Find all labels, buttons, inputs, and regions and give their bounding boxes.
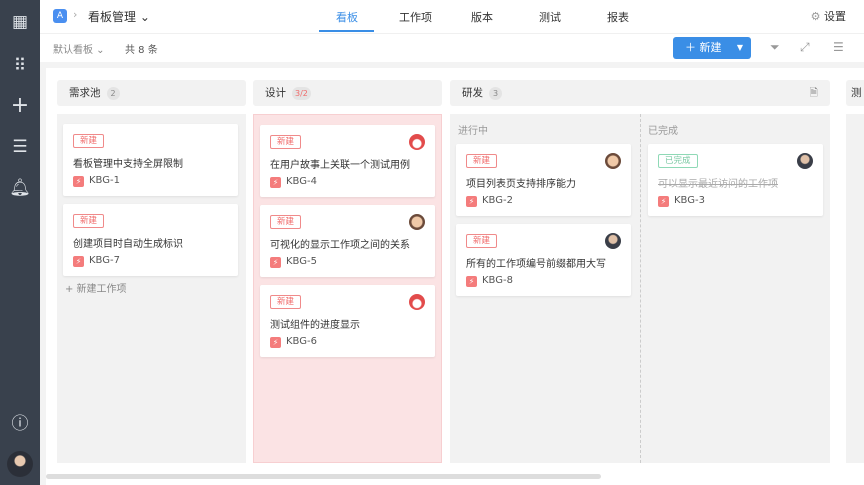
settings-button[interactable]: ⚙ 设置 [811,8,846,24]
active-tab-indicator [319,30,374,32]
card-title: 看板管理中支持全屏限制 [73,159,183,170]
card-id: KBG-1 [89,175,120,186]
sidebar: ▦ ⠿ + ☰ 🔔︎ ⓘ [0,0,40,485]
subcolumn-divider [640,114,641,463]
project-title-dropdown[interactable]: 看板管理 ⌄ [88,8,150,25]
document-icon[interactable]: 🗎︎ [810,80,818,106]
assignee-avatar [409,134,425,150]
card-id: KBG-5 [286,256,317,267]
list-settings-icon[interactable]: ☰ [833,40,844,54]
assignee-avatar [409,294,425,310]
subcolumn-in-progress: 进行中 [458,126,488,137]
gear-icon: ⚙ [810,10,824,23]
card-title: 创建项目时自动生成标识 [73,239,183,250]
card-title: 所有的工作项编号前缀都用大写 [466,259,606,270]
card[interactable]: 新建所有的工作项编号前缀都用大写 ⚡ KBG-8 [456,224,631,296]
status-badge: 新建 [73,214,105,228]
tab-versions[interactable]: 版本 [471,9,493,25]
bug-icon: ⚡ [466,196,477,207]
bug-icon: ⚡ [466,276,477,287]
new-button[interactable]: ＋ 新建 ▼ [673,37,751,59]
card[interactable]: 新建可视化的显示工作项之间的关系 ⚡ KBG-5 [260,205,435,277]
card-id: KBG-2 [482,195,513,206]
card-title: 测试组件的进度显示 [270,320,360,331]
tab-tests[interactable]: 测试 [539,9,561,25]
card-title: 可视化的显示工作项之间的关系 [270,240,410,251]
column-title: 设计 [265,87,286,99]
assignee-avatar [797,153,813,169]
fullscreen-icon[interactable]: ⤢ [800,40,810,55]
item-count: 共 8 条 [125,45,158,56]
column-design: 新建 在用户故事上关联一个测试用例 ⚡ KBG-4 新建 可视化的显示工作项之间的关系 ⚡… [253,114,442,463]
column-header-design[interactable]: 设计 3/2 [253,80,442,106]
status-badge: 新建 [466,234,498,248]
bell-icon[interactable]: 🔔︎ [0,178,40,198]
status-badge: 新建 [270,295,302,309]
header: A › 看板管理 ⌄ 看板 工作项 版本 测试 报表 ⚙ 设置 [40,0,864,33]
column-header-backlog[interactable]: 需求池 2 [57,80,246,106]
status-badge: 新建 [466,154,498,168]
status-badge: 新建 [73,134,105,148]
bug-icon: ⚡ [73,256,84,267]
help-icon[interactable]: ⓘ [0,414,40,434]
add-work-item-button[interactable]: + 新建工作项 [65,280,127,295]
column-title: 测 [851,87,862,99]
card[interactable]: 新建创建项目时自动生成标识 ⚡ KBG-7 [63,204,238,276]
card-id: KBG-8 [482,275,513,286]
card-id: KBG-3 [674,195,705,206]
bug-icon: ⚡ [270,257,281,268]
column-count: 3 [489,87,502,100]
bug-icon: ⚡ [73,176,84,187]
bug-icon: ⚡ [270,337,281,348]
column-title: 需求池 [69,87,101,99]
column-header-dev[interactable]: 研发 3 🗎︎ [450,80,830,106]
column-count: 3/2 [292,87,311,100]
view-label: 默认看板 [53,45,93,56]
app-logo[interactable]: A [53,9,67,23]
card-title: 项目列表页支持排序能力 [466,179,576,190]
tab-board[interactable]: 看板 [336,9,358,25]
card-id: KBG-4 [286,176,317,187]
kanban-board: 需求池 2 新建 看板管理中支持全屏限制 ⚡ KBG-1 新建 创建项目时自动生成标识 ⚡ K… [46,68,864,485]
card[interactable]: 新建在用户故事上关联一个测试用例 ⚡ KBG-4 [260,125,435,197]
column-backlog: 新建 看板管理中支持全屏限制 ⚡ KBG-1 新建 创建项目时自动生成标识 ⚡ KBG-7 … [57,114,246,463]
tab-work-items[interactable]: 工作项 [399,9,432,25]
card-title: 在用户故事上关联一个测试用例 [270,160,410,171]
caret-down-icon[interactable]: ▼ [737,37,743,59]
breadcrumb-chevron-icon: › [73,8,78,21]
column-title: 研发 [462,87,483,99]
status-badge: 新建 [270,135,302,149]
status-badge: 已完成 [658,154,698,168]
settings-label: 设置 [824,10,846,23]
list-icon[interactable]: ☰ [0,137,40,157]
bug-icon: ⚡ [658,196,669,207]
column-count: 2 [106,87,120,100]
user-avatar[interactable] [7,451,33,477]
bug-icon: ⚡ [270,177,281,188]
assignee-avatar [409,214,425,230]
tab-reports[interactable]: 报表 [607,9,629,25]
assignee-avatar [605,233,621,249]
view-select[interactable]: 默认看板 ⌄ [53,41,105,56]
column-header-test[interactable]: 测 [846,80,864,106]
new-label: 新建 [699,41,722,54]
status-badge: 新建 [270,215,302,229]
card-title: 可以显示最近访问的工作项 [658,179,778,190]
add-icon[interactable]: + [0,95,40,117]
subcolumn-done: 已完成 [648,126,678,137]
apps-icon[interactable]: ⠿ [0,56,40,76]
horizontal-scrollbar[interactable] [46,474,601,479]
toolbar: 默认看板 ⌄ 共 8 条 ＋ 新建 ▼ ⏷ ⤢ ☰ [40,33,864,62]
assignee-avatar [605,153,621,169]
card[interactable]: 新建项目列表页支持排序能力 ⚡ KBG-2 [456,144,631,216]
card[interactable]: 新建看板管理中支持全屏限制 ⚡ KBG-1 [63,124,238,196]
card-id: KBG-7 [89,255,120,266]
project-title: 看板管理 [88,10,137,24]
dashboard-icon[interactable]: ▦ [0,12,40,32]
filter-icon[interactable]: ⏷ [770,40,780,55]
card[interactable]: 已完成可以显示最近访问的工作项 ⚡ KBG-3 [648,144,823,216]
card-id: KBG-6 [286,336,317,347]
column-test [846,114,864,463]
card[interactable]: 新建测试组件的进度显示 ⚡ KBG-6 [260,285,435,357]
